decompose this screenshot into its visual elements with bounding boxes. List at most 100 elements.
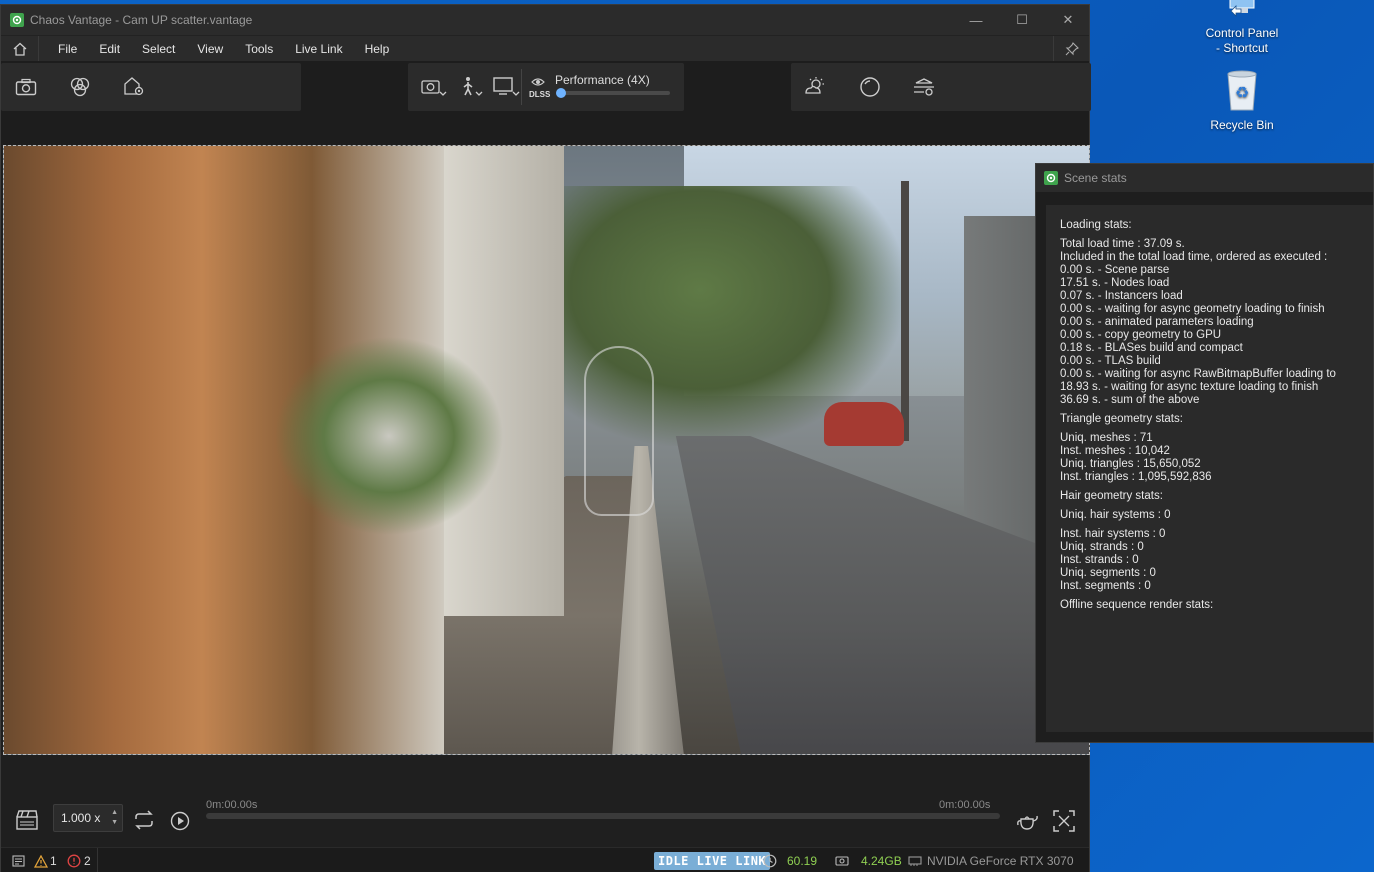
menu-select[interactable]: Select bbox=[131, 36, 186, 62]
scene-stats-line: Loading stats: bbox=[1060, 219, 1132, 231]
loop-button[interactable] bbox=[132, 809, 156, 834]
home-button[interactable] bbox=[1, 35, 39, 62]
fit-view-button[interactable] bbox=[1052, 809, 1076, 836]
render-sequence-button[interactable] bbox=[1015, 809, 1041, 836]
timeline-start-time: 0m:00.00s bbox=[206, 799, 258, 811]
timeline-bar: 1.000 x ▲ ▼ 0m:00.00s 0m:00.00s bbox=[1, 791, 1089, 847]
scene-settings-button[interactable] bbox=[120, 75, 148, 99]
navigation-mode-button[interactable] bbox=[458, 75, 486, 99]
scene-stats-line: 0.18 s. - BLASes build and compact bbox=[1060, 342, 1243, 354]
materials-icon bbox=[70, 77, 90, 97]
errors-count: 2 bbox=[84, 854, 91, 868]
error-icon bbox=[67, 854, 81, 868]
viewport-flowers bbox=[274, 336, 504, 536]
toolbar-group-capture bbox=[1, 63, 301, 111]
dlss-label: DLSS bbox=[529, 90, 551, 99]
control-panel-shortcut[interactable]: Control Panel - Shortcut bbox=[1197, 0, 1287, 56]
warnings-count: 1 bbox=[50, 854, 57, 868]
scene-stats-line: Uniq. hair systems : 0 bbox=[1060, 509, 1171, 521]
performance-slider-knob[interactable] bbox=[556, 88, 566, 98]
gpu-name: NVIDIA GeForce RTX 3070 bbox=[927, 854, 1074, 868]
menu-live-link[interactable]: Live Link bbox=[284, 36, 353, 62]
menu-view[interactable]: View bbox=[186, 36, 234, 62]
maximize-button[interactable]: ☐ bbox=[999, 5, 1045, 35]
errors-indicator[interactable]: 2 bbox=[67, 848, 91, 872]
scene-stats-content: Loading stats: Total load time : 37.09 s.… bbox=[1046, 205, 1373, 732]
control-panel-icon bbox=[1197, 0, 1287, 24]
scene-stats-line: Triangle geometry stats: bbox=[1060, 413, 1183, 425]
close-button[interactable]: ✕ bbox=[1045, 5, 1091, 35]
materials-button[interactable] bbox=[66, 75, 94, 99]
post-effects-icon bbox=[914, 78, 934, 96]
scene-stats-line: 0.00 s. - Scene parse bbox=[1060, 264, 1170, 276]
pin-button[interactable] bbox=[1053, 36, 1089, 62]
home-icon bbox=[13, 42, 26, 56]
log-icon bbox=[12, 855, 25, 867]
scene-stats-line: 0.07 s. - Instancers load bbox=[1060, 290, 1183, 302]
scene-stats-line: Uniq. triangles : 15,650,052 bbox=[1060, 458, 1201, 470]
graphics-card-icon bbox=[908, 856, 922, 866]
scene-stats-line: 0.00 s. - copy geometry to GPU bbox=[1060, 329, 1222, 341]
scene-stats-line: Uniq. strands : 0 bbox=[1060, 541, 1144, 553]
nvidia-icon bbox=[530, 76, 546, 91]
playback-speed-value: 1.000 x bbox=[61, 811, 101, 825]
camera-dropdown-icon bbox=[421, 80, 447, 96]
sun-sky-button[interactable] bbox=[801, 75, 829, 99]
camera-menu-button[interactable] bbox=[420, 75, 448, 99]
display-mode-button[interactable] bbox=[492, 75, 520, 99]
sequence-button[interactable] bbox=[15, 809, 39, 834]
scene-stats-window: Scene stats Loading stats: Total load tim… bbox=[1035, 163, 1374, 743]
pin-icon bbox=[1065, 42, 1079, 56]
clock-icon bbox=[763, 854, 777, 868]
scene-stats-line: 0.00 s. - animated parameters loading bbox=[1060, 316, 1254, 328]
viewport-utility-pole bbox=[901, 181, 909, 441]
status-bar: 1 2 IDLE LIVE LINK 60.19 4.24GB NVIDIA G… bbox=[1, 847, 1089, 872]
toolbar-group-view bbox=[408, 63, 684, 111]
warnings-indicator[interactable]: 1 bbox=[34, 848, 57, 872]
scene-stats-line: Uniq. meshes : 71 bbox=[1060, 432, 1153, 444]
scene-stats-line: Uniq. segments : 0 bbox=[1060, 567, 1156, 579]
playback-speed-input[interactable]: 1.000 x ▲ ▼ bbox=[53, 804, 123, 832]
play-button[interactable] bbox=[170, 811, 190, 834]
scene-stats-line: 17.51 s. - Nodes load bbox=[1060, 277, 1170, 289]
post-effects-button[interactable] bbox=[910, 75, 938, 99]
toolbar-divider bbox=[521, 69, 522, 105]
performance-slider[interactable] bbox=[556, 88, 670, 98]
monitor-icon bbox=[493, 77, 520, 96]
menu-bar: File Edit Select View Tools Live Link He… bbox=[1, 35, 1089, 62]
recycle-bin-label: Recycle Bin bbox=[1210, 118, 1274, 132]
sun-cloud-icon bbox=[805, 77, 824, 94]
viewport-bicycle bbox=[584, 346, 654, 516]
spin-arrows-icon[interactable]: ▲ ▼ bbox=[111, 808, 118, 828]
svg-text:♻: ♻ bbox=[1235, 83, 1249, 102]
scene-settings-icon bbox=[124, 77, 144, 96]
scene-stats-line: Inst. strands : 0 bbox=[1060, 554, 1139, 566]
menu-edit[interactable]: Edit bbox=[88, 36, 131, 62]
scene-stats-title: Scene stats bbox=[1064, 171, 1127, 185]
minimize-button[interactable]: — bbox=[953, 5, 999, 35]
recycle-bin-icon: ♻ bbox=[1197, 68, 1287, 116]
teapot-icon bbox=[1017, 815, 1038, 830]
scene-stats-line: 0.00 s. - TLAS build bbox=[1060, 355, 1161, 367]
toolbar-group-environment bbox=[791, 63, 1091, 111]
scene-stats-line: Inst. segments : 0 bbox=[1060, 580, 1151, 592]
environment-button[interactable] bbox=[856, 75, 884, 99]
vram-indicator: 4.24GB bbox=[835, 848, 902, 872]
title-bar[interactable]: Chaos Vantage - Cam UP scatter.vantage —… bbox=[1, 5, 1089, 35]
render-viewport[interactable] bbox=[3, 145, 1090, 755]
screenshot-button[interactable] bbox=[12, 75, 40, 99]
scene-stats-line: Offline sequence render stats: bbox=[1060, 599, 1214, 611]
toolbar: DLSS Performance (4X) bbox=[1, 61, 1091, 145]
gpu-indicator: NVIDIA GeForce RTX 3070 bbox=[908, 848, 1074, 872]
walk-mode-icon bbox=[463, 77, 483, 96]
live-link-status-badge[interactable]: IDLE LIVE LINK bbox=[654, 852, 771, 870]
log-button[interactable] bbox=[12, 848, 25, 872]
menu-tools[interactable]: Tools bbox=[234, 36, 284, 62]
timeline-track[interactable] bbox=[206, 813, 1000, 819]
menu-file[interactable]: File bbox=[47, 36, 88, 62]
scene-stats-titlebar[interactable]: Scene stats bbox=[1036, 164, 1373, 192]
vantage-window: Chaos Vantage - Cam UP scatter.vantage —… bbox=[0, 4, 1091, 872]
menu-help[interactable]: Help bbox=[354, 36, 401, 62]
scene-stats-line: Inst. hair systems : 0 bbox=[1060, 528, 1166, 540]
recycle-bin[interactable]: ♻ Recycle Bin bbox=[1197, 68, 1287, 133]
